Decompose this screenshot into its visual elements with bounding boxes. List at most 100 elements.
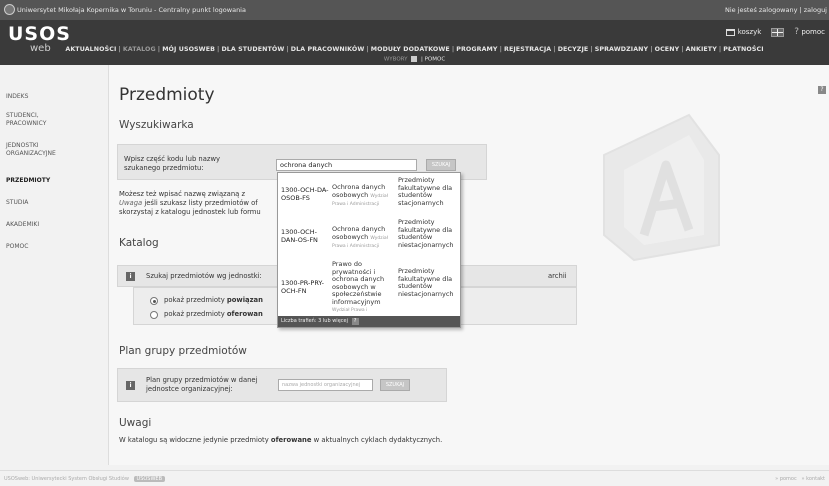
result-name: Prawo do prywatności i ochrona danych os… xyxy=(332,260,385,321)
sidebar-item-akademiki[interactable]: AKADEMIKI xyxy=(6,221,39,229)
nav-pomoc[interactable]: POMOC xyxy=(425,57,446,63)
radio-related[interactable] xyxy=(150,297,158,305)
sidebar-item-indeks[interactable]: INDEKS xyxy=(6,93,28,101)
result-row[interactable]: 1300-PR-PRY-OCH-FN Prawo do prywatności … xyxy=(278,259,460,321)
radio-offered[interactable] xyxy=(150,311,158,319)
results-help-icon[interactable]: ? xyxy=(351,318,359,325)
hint-uwaga: Uwaga xyxy=(119,199,143,207)
nav-separator: | xyxy=(118,46,121,53)
nav-item-programy[interactable]: PROGRAMY xyxy=(456,46,497,53)
nav-item-ankiety[interactable]: ANKIETY xyxy=(686,46,717,53)
footer-left: USOSweb: Uniwersytecki System Obsługi St… xyxy=(4,476,166,482)
usosweb-badge[interactable]: USOSWEB xyxy=(133,476,166,482)
main-nav: AKTUALNOŚCI | KATALOG | MÓJ USOSWEB | DLA STUD… xyxy=(0,46,829,53)
sidebar-item-studia[interactable]: STUDIA xyxy=(6,199,28,207)
cart-icon xyxy=(725,28,735,36)
result-code: 1300-OCH-DA-OSOB-FS xyxy=(281,186,329,202)
nav-separator: | xyxy=(718,46,722,53)
search-button[interactable]: SZUKAJ xyxy=(426,159,456,171)
nav-separator: | xyxy=(451,46,455,53)
result-code: 1300-PR-PRY-OCH-FN xyxy=(281,279,324,295)
help-icon: ? xyxy=(794,27,800,37)
notes-text: W katalogu są widoczne jedynie przedmiot… xyxy=(119,436,443,444)
search-input[interactable]: ochrona danych xyxy=(276,159,417,171)
top-bar: Uniwersytet Mikołaja Kopernika w Toruniu… xyxy=(0,0,829,20)
result-type: Przedmioty fakultatywne dla studentów st… xyxy=(398,176,453,207)
help-link[interactable]: ? pomoc xyxy=(794,27,825,37)
nav-item-płatności[interactable]: PŁATNOŚCI xyxy=(723,46,763,53)
hint-line-1: Możesz też wpisać nazwę związaną z xyxy=(119,190,246,198)
header: USOS web koszyk ? pomoc AKTUALNOŚCI | KATA… xyxy=(0,20,829,65)
nav-separator: | xyxy=(681,46,684,53)
plan-search-button[interactable]: SZUKAJ xyxy=(380,379,410,391)
nav-separator: | xyxy=(366,46,369,53)
footer-help-link[interactable]: pomoc xyxy=(780,476,797,482)
hint-line-3: skorzystaj z katalogu jednostek lub form… xyxy=(119,208,261,216)
plan-box: i Plan grupy przedmiotów w danej jednost… xyxy=(117,368,447,402)
footer-right: » pomoc » kontakt xyxy=(775,476,825,482)
nav-item-dla-studentów[interactable]: DLA STUDENTÓW xyxy=(221,46,284,53)
page-help-icon[interactable]: ? xyxy=(818,86,826,94)
nav-item-moduły-dodatkowe[interactable]: MODUŁY DODATKOWE xyxy=(371,46,450,53)
nav-separator: | xyxy=(499,46,502,53)
nav-separator: | xyxy=(157,46,161,53)
radio-offered-label: pokaż przedmioty oferowan xyxy=(164,310,263,318)
plan-info-icon: i xyxy=(126,381,135,390)
nav-item-mój-usosweb[interactable]: MÓJ USOSWEB xyxy=(162,46,215,53)
logo-main: USOS xyxy=(8,23,71,45)
notes-section-title: Uwagi xyxy=(119,417,152,429)
english-flag-icon[interactable] xyxy=(771,27,785,37)
catalog-tail: archii xyxy=(548,272,567,280)
results-count: Liczba trafień: 3 lub więcej xyxy=(281,318,348,324)
sidebar-item-studenci[interactable]: STUDENCI, PRACOWNICY xyxy=(6,112,46,128)
nav-item-katalog[interactable]: KATALOG xyxy=(123,46,156,53)
main-content: ? Przedmioty Wyszukiwarka Wpisz część ko… xyxy=(108,65,829,465)
hint-line-2: Uwaga jeśli szukasz listy przedmiotów of xyxy=(119,199,258,208)
footer-contact-link[interactable]: kontakt xyxy=(806,476,825,482)
nav-item-sprawdziany[interactable]: SPRAWDZIANY xyxy=(595,46,648,53)
result-type: Przedmioty fakultatywne dla studentów ni… xyxy=(398,218,454,249)
sidebar: INDEKS STUDENCI, PRACOWNICY JEDNOSTKI ORGA… xyxy=(0,65,108,465)
autocomplete-dropdown: 1300-OCH-DA-OSOB-FS Ochrona danych osobo… xyxy=(277,172,461,328)
nav-wybory[interactable]: WYBORY xyxy=(384,57,408,63)
nav-separator: | xyxy=(553,46,556,53)
nav-item-dla-pracowników[interactable]: DLA PRACOWNIKÓW xyxy=(291,46,365,53)
footer: USOSweb: Uniwersytecki System Obsługi St… xyxy=(0,470,829,486)
university-link[interactable]: Uniwersytet Mikołaja Kopernika w Toruniu… xyxy=(17,6,246,14)
result-row[interactable]: 1300-OCH-DA-OSOB-FS Ochrona danych osobo… xyxy=(278,175,460,217)
nav-separator: | xyxy=(217,46,220,53)
result-row[interactable]: 1300-OCH-DAN-OS-FN Ochrona danych osobow… xyxy=(278,217,460,257)
nav-item-rejestracja[interactable]: REJESTRACJA xyxy=(504,46,551,53)
nav-item-decyzje[interactable]: DECYZJE xyxy=(558,46,589,53)
plan-label: Plan grupy przedmiotów w danej jednostce… xyxy=(146,376,258,393)
new-square-icon xyxy=(411,56,418,62)
catalog-label: Szukaj przedmiotów wg jednostki: xyxy=(146,272,262,280)
login-status[interactable]: Nie jesteś zalogowany | zaloguj xyxy=(725,6,827,14)
cart-label: koszyk xyxy=(737,28,762,36)
sidebar-item-przedmioty[interactable]: PRZEDMIOTY xyxy=(6,177,50,185)
result-name: Ochrona danych osobowych Wydział Prawa i… xyxy=(332,183,388,207)
search-label: Wpisz część kodu lub nazwy szukanego prz… xyxy=(124,155,221,172)
university-logo-icon xyxy=(4,4,15,15)
cart-link[interactable]: koszyk xyxy=(725,28,762,36)
sidebar-item-jednostki[interactable]: JEDNOSTKI ORGANIZACYJNE xyxy=(6,142,56,158)
hint-line-2-text: jeśli szukasz listy przedmiotów of xyxy=(142,199,258,207)
catalog-section-title: Katalog xyxy=(119,237,159,249)
result-name: Ochrona danych osobowych Wydział Prawa i… xyxy=(332,225,388,249)
header-tools: koszyk ? pomoc xyxy=(725,25,825,39)
results-count-bar: Liczba trafień: 3 lub więcej ? xyxy=(278,316,460,327)
nav-item-oceny[interactable]: OCENY xyxy=(655,46,680,53)
help-label: pomoc xyxy=(801,28,825,36)
sidebar-item-pomoc[interactable]: POMOC xyxy=(6,243,28,251)
search-section-title: Wyszukiwarka xyxy=(119,119,194,131)
nav-separator: | xyxy=(590,46,593,53)
plan-section-title: Plan grupy przedmiotów xyxy=(119,345,247,357)
radio-related-label: pokaż przedmioty powiązan xyxy=(164,296,263,304)
result-code: 1300-OCH-DAN-OS-FN xyxy=(281,228,318,244)
nav-separator: | xyxy=(650,46,653,53)
plan-input[interactable]: nazwa jednostki organizacyjnej xyxy=(278,379,373,391)
info-icon: i xyxy=(126,272,135,281)
nav-item-aktualności[interactable]: AKTUALNOŚCI xyxy=(65,46,116,53)
footer-system-name: USOSweb: Uniwersytecki System Obsługi St… xyxy=(4,476,129,482)
sub-nav: WYBORY | POMOC xyxy=(383,56,446,63)
